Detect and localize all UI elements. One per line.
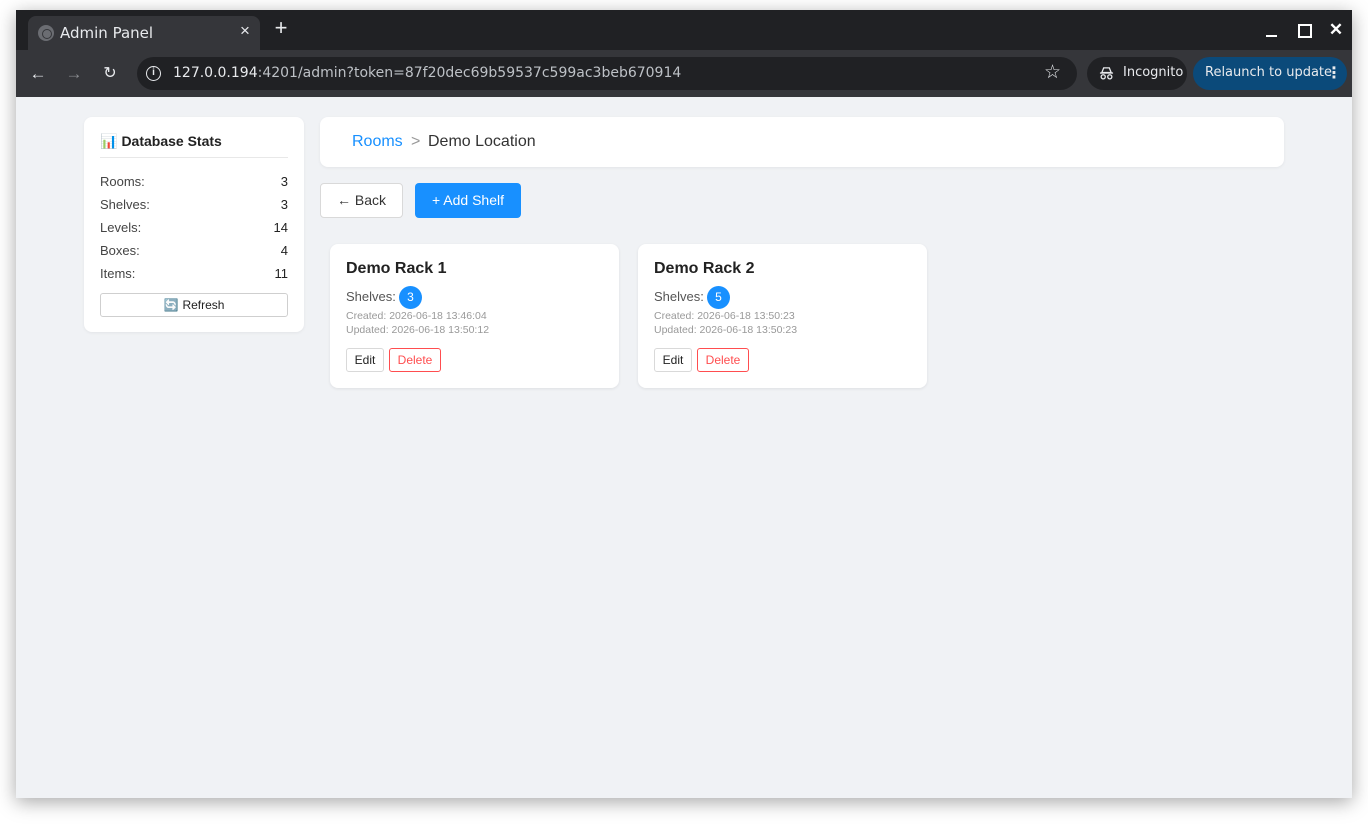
updated-timestamp: Updated: 2026-06-18 13:50:23 [654, 324, 798, 336]
breadcrumb: Rooms > Demo Location [320, 117, 1284, 167]
tab-title: Admin Panel [60, 24, 154, 42]
reload-icon[interactable]: ↻ [98, 62, 122, 86]
incognito-button[interactable]: Incognito [1087, 57, 1187, 90]
refresh-label: Refresh [182, 298, 225, 312]
add-shelf-button[interactable]: + Add Shelf [415, 183, 521, 218]
stats-title: 📊 Database Stats [100, 133, 222, 149]
browser-window: Admin Panel × + ✕ ← → ↻ i 127.0.0.194:42… [16, 10, 1352, 798]
stat-row-rooms: Rooms: 3 [100, 174, 288, 192]
stat-label: Levels: [100, 220, 142, 235]
stat-label: Shelves: [100, 197, 150, 212]
shelves-count-badge: 3 [399, 286, 422, 309]
url-text[interactable]: 127.0.0.194:4201/admin?token=87f20dec69b… [173, 65, 681, 81]
address-bar[interactable]: i 127.0.0.194:4201/admin?token=87f20dec6… [137, 57, 1077, 90]
refresh-icon: 🔄 [163, 298, 179, 312]
page-content: 📊 Database Stats Rooms: 3 Shelves: 3 Leve… [16, 97, 1352, 798]
tab-admin-panel[interactable]: Admin Panel × [28, 16, 260, 50]
refresh-button[interactable]: 🔄 Refresh [100, 293, 288, 317]
created-timestamp: Created: 2026-06-18 13:46:04 [346, 310, 487, 322]
rack-title: Demo Rack 1 [346, 260, 447, 277]
close-window-button[interactable]: ✕ [1326, 20, 1346, 40]
info-icon[interactable]: i [146, 66, 161, 81]
relaunch-button[interactable]: Relaunch to update ⋮ [1193, 57, 1347, 90]
delete-button[interactable]: Delete [389, 348, 441, 372]
stat-value: 3 [280, 197, 288, 212]
stat-row-boxes: Boxes: 4 [100, 243, 288, 261]
incognito-icon [1099, 67, 1114, 80]
stat-value: 3 [280, 174, 288, 189]
stat-label: Items: [100, 266, 136, 281]
kebab-icon[interactable]: ⋮ [1326, 64, 1342, 82]
stat-row-shelves: Shelves: 3 [100, 197, 288, 215]
stat-row-levels: Levels: 14 [100, 220, 288, 238]
stats-divider [100, 157, 288, 158]
stat-value: 14 [273, 220, 288, 235]
breadcrumb-current: Demo Location [428, 133, 536, 150]
browser-toolbar: ← → ↻ i 127.0.0.194:4201/admin?token=87f… [16, 50, 1352, 97]
incognito-label: Incognito [1123, 65, 1184, 80]
shelves-count-badge: 5 [707, 286, 730, 309]
globe-icon [38, 25, 54, 41]
delete-button[interactable]: Delete [697, 348, 749, 372]
created-timestamp: Created: 2026-06-18 13:50:23 [654, 310, 795, 322]
rack-title: Demo Rack 2 [654, 260, 755, 277]
star-icon[interactable]: ☆ [1044, 62, 1061, 84]
tab-close-button[interactable]: × [236, 22, 254, 40]
relaunch-label: Relaunch to update [1205, 65, 1333, 80]
shelves-label: Shelves: [346, 289, 396, 304]
edit-button[interactable]: Edit [346, 348, 384, 372]
tab-bar: Admin Panel × + ✕ [16, 10, 1352, 50]
stat-value: 11 [274, 266, 289, 281]
minimize-button[interactable] [1262, 20, 1282, 40]
database-stats-panel: 📊 Database Stats Rooms: 3 Shelves: 3 Leve… [84, 117, 304, 332]
stat-label: Boxes: [100, 243, 140, 258]
back-button[interactable]: ← Back [320, 183, 403, 218]
stat-row-items: Items: 11 [100, 266, 288, 284]
forward-arrow-icon[interactable]: → [62, 62, 86, 86]
edit-button[interactable]: Edit [654, 348, 692, 372]
breadcrumb-separator: > [411, 133, 421, 150]
updated-timestamp: Updated: 2026-06-18 13:50:12 [346, 324, 490, 336]
shelves-label: Shelves: [654, 289, 704, 304]
rack-card: Demo Rack 2 Shelves: 5 Created: 2026-06-… [638, 244, 927, 388]
new-tab-button[interactable]: + [270, 17, 292, 39]
stat-value: 4 [280, 243, 288, 258]
back-arrow-icon[interactable]: ← [26, 62, 50, 86]
stat-label: Rooms: [100, 174, 145, 189]
rack-card: Demo Rack 1 Shelves: 3 Created: 2026-06-… [330, 244, 619, 388]
breadcrumb-rooms-link[interactable]: Rooms [352, 133, 403, 151]
chart-icon: 📊 [100, 133, 118, 149]
maximize-button[interactable] [1294, 20, 1314, 40]
